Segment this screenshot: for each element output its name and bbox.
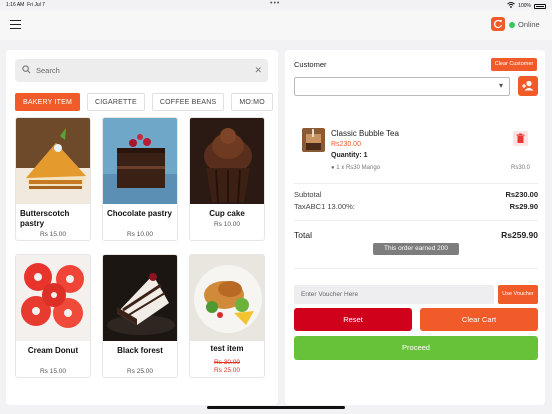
customer-label: Customer <box>294 60 327 69</box>
category-tabs: BAKERY ITEM CIGARETTE COFFEE BEANS MO:MO <box>15 93 273 111</box>
product-name: Cream Donut <box>27 346 79 355</box>
cart-item-modifier-price: Rs30.0 <box>510 165 530 171</box>
tab-momo[interactable]: MO:MO <box>231 93 273 111</box>
home-indicator[interactable] <box>207 406 345 409</box>
add-customer-button[interactable] <box>518 76 538 96</box>
cup-cake-image <box>190 118 264 204</box>
divider <box>294 220 538 221</box>
chevron-down-icon: ▾ <box>498 81 503 90</box>
butterscotch-pastry-image <box>16 118 90 204</box>
battery-percent: 100% <box>518 3 531 9</box>
product-price: Rs 15.00 <box>39 231 67 238</box>
trash-icon <box>516 133 525 143</box>
status-indicators: 100% <box>507 2 546 10</box>
test-item-image <box>190 255 264 341</box>
online-status-dot <box>509 22 515 28</box>
total-label: Total <box>294 230 312 240</box>
clear-customer-button[interactable]: Clear Customer <box>491 58 537 71</box>
tab-cigarette[interactable]: CIGARETTE <box>87 93 145 111</box>
product-card-cream-donut[interactable]: Cream Donut Rs 15.00 <box>15 254 91 378</box>
total-value: Rs259.90 <box>501 230 538 240</box>
subtotal-value: Rs230.00 <box>505 190 538 199</box>
search-icon <box>22 65 31 74</box>
subtotal-label: Subtotal <box>294 190 322 199</box>
product-price: Rs 10.00 <box>126 231 154 238</box>
tax-row: TaxABC1 13.00%: Rs29.90 <box>294 202 538 211</box>
black-forest-image <box>103 255 177 341</box>
tab-bakery-item[interactable]: BAKERY ITEM <box>15 93 81 111</box>
menu-icon[interactable] <box>10 20 21 29</box>
cart-item[interactable]: Classic Bubble Tea Rs230.00 Quantity: 1 … <box>294 120 538 182</box>
clear-cart-button[interactable]: Clear Cart <box>420 308 538 331</box>
total-row: Total Rs259.90 <box>294 230 538 240</box>
product-name: Cup cake <box>209 209 245 218</box>
product-name: test item <box>210 344 244 353</box>
product-card-chocolate-pastry[interactable]: Chocolate pastry Rs 10.00 <box>102 117 178 241</box>
product-price: Rs 10.00 <box>213 221 241 228</box>
product-name: Chocolate pastry <box>107 209 172 218</box>
product-old-price: Rs 30.00 <box>213 359 241 366</box>
product-name: Black forest <box>117 346 163 355</box>
multitask-dots[interactable]: ••• <box>270 0 280 7</box>
app-header: Online <box>0 10 552 40</box>
status-time: 1:16 AM Fri Jul 7 <box>6 2 45 8</box>
clear-search-icon[interactable]: ✕ <box>254 64 262 76</box>
cart-item-modifier: ● 1 x Rs30 Mango <box>331 165 380 171</box>
use-voucher-button[interactable]: Use Voucher <box>498 285 538 304</box>
online-status-label: Online <box>518 20 540 29</box>
divider <box>294 268 538 269</box>
search-bar: ✕ <box>15 59 268 82</box>
points-earned-badge: This order earned 200 <box>373 243 459 255</box>
proceed-button[interactable]: Proceed <box>294 336 538 360</box>
refresh-icon <box>494 19 503 29</box>
product-sale-price: Rs 25.00 <box>213 367 241 374</box>
delete-item-button[interactable] <box>513 131 528 146</box>
product-card-test-item[interactable]: test item Rs 30.00 Rs 25.00 <box>189 254 265 378</box>
product-card-cup-cake[interactable]: Cup cake Rs 10.00 <box>189 117 265 241</box>
cart-item-name: Classic Bubble Tea <box>331 129 399 138</box>
refresh-button[interactable] <box>491 17 505 31</box>
product-name: Butterscotch pastry <box>20 209 70 228</box>
add-user-icon <box>522 80 534 91</box>
reset-button[interactable]: Reset <box>294 308 412 331</box>
wifi-icon <box>507 2 515 10</box>
cream-donut-image <box>16 255 90 341</box>
voucher-input[interactable]: Enter Voucher Here <box>294 285 494 304</box>
product-card-butterscotch-pastry[interactable]: Butterscotch pastry Rs 15.00 <box>15 117 91 241</box>
subtotal-row: Subtotal Rs230.00 <box>294 190 538 199</box>
chocolate-pastry-image <box>103 118 177 204</box>
tax-value: Rs29.90 <box>509 202 538 211</box>
product-card-black-forest[interactable]: Black forest Rs 25.00 <box>102 254 178 378</box>
customer-select[interactable]: ▾ <box>294 77 510 96</box>
divider <box>294 183 538 184</box>
cart-item-price: Rs230.00 <box>331 141 361 148</box>
search-input[interactable] <box>36 63 246 78</box>
product-price: Rs 25.00 <box>126 368 154 375</box>
product-panel: ✕ BAKERY ITEM CIGARETTE COFFEE BEANS MO:… <box>6 50 278 405</box>
status-bar: 1:16 AM Fri Jul 7 ••• 100% <box>0 0 552 10</box>
tax-label: TaxABC1 13.00%: <box>294 202 355 211</box>
tab-coffee-beans[interactable]: COFFEE BEANS <box>151 93 225 111</box>
cart-item-quantity: Quantity: 1 <box>331 152 368 159</box>
cart-panel: Customer Clear Customer ▾ Classic Bubble… <box>285 50 545 405</box>
battery-icon <box>534 3 546 9</box>
product-grid: Butterscotch pastry Rs 15.00 Chocolate p… <box>15 117 268 378</box>
product-price: Rs 15.00 <box>39 368 67 375</box>
bubble-tea-thumbnail <box>302 128 325 152</box>
